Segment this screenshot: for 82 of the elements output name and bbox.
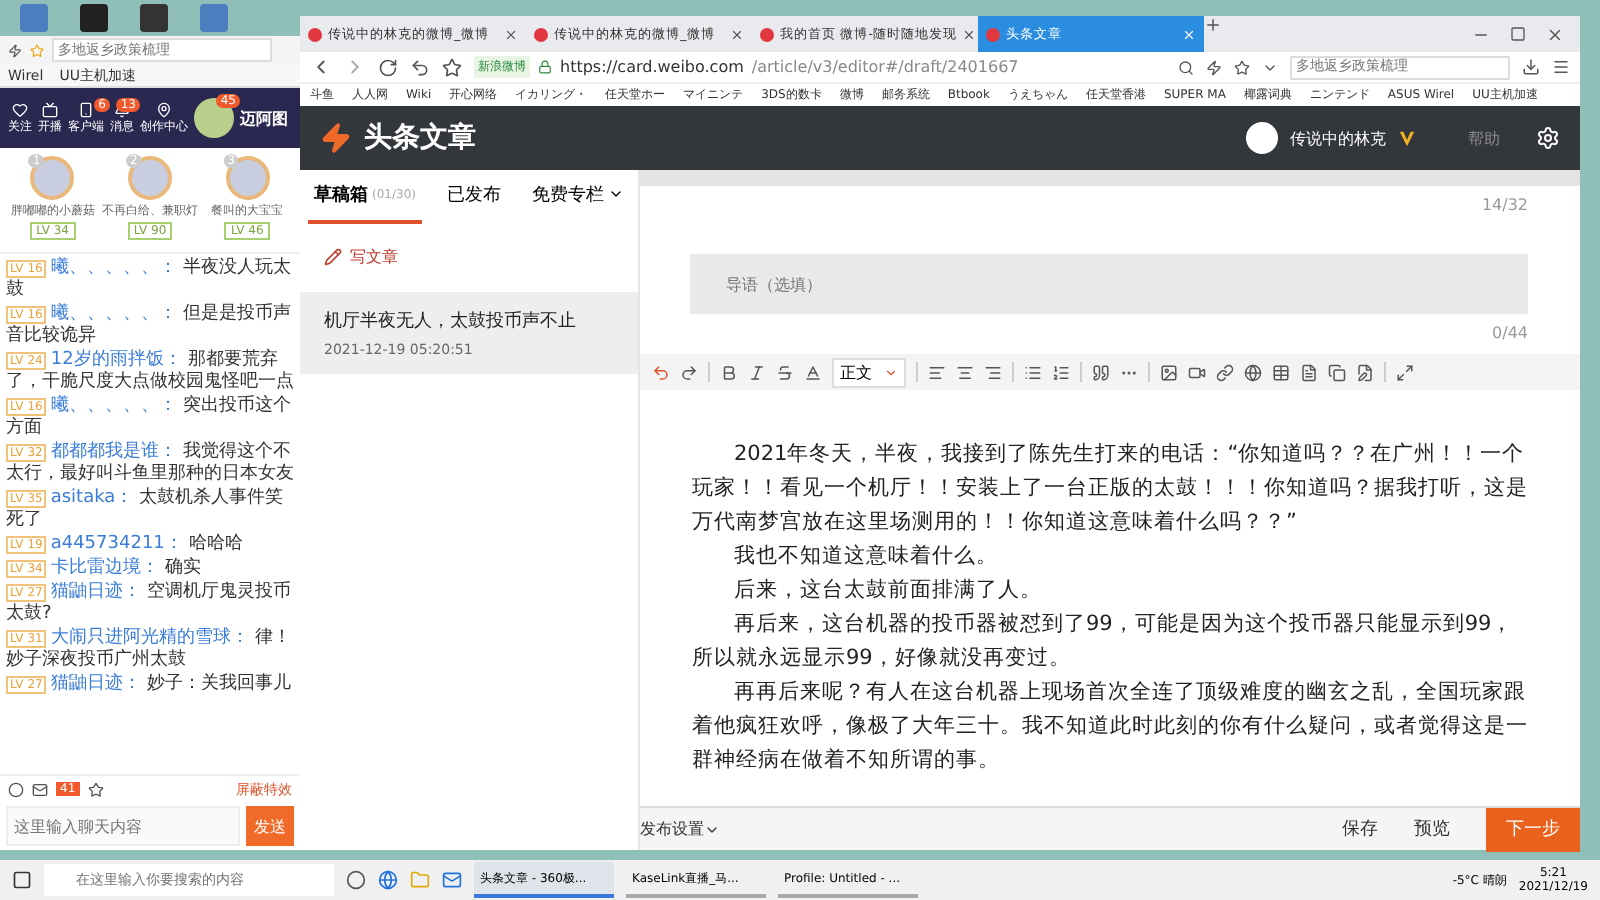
user-name: 传说中的林克	[1290, 127, 1386, 149]
save-button[interactable]: 保存	[1342, 816, 1378, 842]
lightning-icon	[320, 122, 352, 154]
article-paragraph: 我也不知道这意味着什么。	[732, 542, 1000, 572]
preview-button[interactable]: 预览	[1414, 816, 1450, 842]
align-center-icon	[956, 363, 974, 381]
circle-icon	[8, 781, 24, 797]
star-icon	[87, 781, 104, 797]
redo-icon	[680, 363, 698, 381]
star-icon	[442, 57, 462, 77]
italic-icon	[748, 363, 766, 381]
globe-icon	[1244, 363, 1262, 381]
quote-icon	[1092, 363, 1110, 381]
download-icon	[1522, 58, 1540, 76]
draft-title: 机厅半夜无人，太鼓投币声不止	[324, 309, 578, 334]
pencil-icon	[324, 248, 342, 266]
close-icon	[730, 27, 744, 41]
close-icon	[504, 27, 518, 41]
table-icon	[1272, 363, 1290, 381]
avatar[interactable]	[1246, 122, 1278, 154]
article-paragraph: 2021年冬天，半夜，我接到了陈先生打来的电话：“你知道吗？？在广州！！一个玩家！！看见一个机厅！！安装上了一台正版的太鼓！！！你知道吗？据我打听，这是万代南梦宫放在这里场测用的！！你知道这意味着什么吗？？”	[692, 440, 1528, 538]
menu-icon	[1552, 58, 1570, 76]
browser-icon	[378, 870, 398, 890]
bullet-list-icon	[1024, 363, 1042, 381]
link-icon	[1216, 363, 1234, 381]
lead-input[interactable]: 导语（选填）	[690, 254, 1528, 314]
side-tab[interactable]: 免费专栏	[526, 169, 630, 223]
bold-icon	[720, 363, 738, 381]
caret-icon	[608, 186, 624, 202]
reload-icon	[378, 57, 398, 77]
lead-counter: 0/44	[1490, 322, 1530, 342]
star-icon	[30, 43, 44, 57]
caret-icon	[884, 365, 898, 379]
verified-icon	[1398, 129, 1416, 147]
mail-icon	[32, 781, 48, 797]
settings-icon[interactable]	[1536, 126, 1560, 150]
maximize-icon	[1510, 26, 1526, 42]
new-tab-icon	[1204, 16, 1222, 34]
search-icon	[1178, 59, 1194, 75]
app-title: 头条文章	[364, 120, 476, 156]
close-icon	[1182, 27, 1196, 41]
nav-icon	[42, 101, 58, 117]
fullscreen-icon	[1396, 363, 1414, 381]
document-icon	[1300, 363, 1318, 381]
title-counter: 14/32	[1479, 194, 1530, 214]
paragraph-style-select[interactable]: 正文	[832, 357, 906, 387]
lock-icon	[538, 60, 552, 74]
banner-text: 迈阿图	[240, 107, 288, 129]
chat-input[interactable]: 这里输入聊天内容	[6, 806, 240, 846]
desktop-icon[interactable]	[140, 4, 168, 32]
star-icon	[1234, 59, 1250, 75]
nav-icon	[12, 101, 28, 117]
lightning-icon	[1206, 59, 1222, 75]
folder-icon	[410, 870, 430, 890]
article-paragraph: 再后来，这台机器的投币器被怼到了99，可能是因为这个投币器只能显示到99，所以就永远显示99，好像就没再变过。	[692, 610, 1516, 674]
desktop-icon[interactable]	[80, 4, 108, 32]
desktop-icon[interactable]	[200, 4, 228, 32]
align-left-icon	[928, 363, 946, 381]
start-icon	[12, 870, 32, 890]
write-article-link[interactable]: 写文章	[300, 222, 638, 292]
image-icon	[1160, 363, 1178, 381]
video-icon	[1188, 363, 1206, 381]
desktop-icon[interactable]	[20, 4, 48, 32]
strikethrough-icon	[776, 363, 794, 381]
publish-settings-link[interactable]: 发布设置	[640, 818, 720, 840]
close-icon	[962, 27, 977, 41]
undo-icon	[410, 57, 430, 77]
close-icon	[1546, 25, 1564, 43]
align-right-icon	[984, 363, 1002, 381]
undo-icon	[652, 363, 670, 381]
nav-icon	[78, 101, 94, 117]
article-paragraph: 后来，这台太鼓前面排满了人。	[732, 576, 1044, 606]
font-color-icon	[804, 363, 822, 381]
nav-icon	[156, 101, 172, 117]
mail-icon	[442, 870, 462, 890]
lightning-icon	[8, 43, 22, 57]
numbered-list-icon	[1052, 363, 1070, 381]
task-view-icon	[346, 870, 366, 890]
edit-document-icon	[1356, 363, 1374, 381]
article-paragraph: 再再后来呢？有人在这台机器上现场首次全连了顶级难度的幽玄之乱，全国玩家跟着他疯狂欢呼，像极了大年三十。我不知道此时此刻的你有什么疑问，或者觉得这是一群神经病在做着不知所谓的事。	[692, 678, 1528, 776]
side-tab[interactable]: 已发布	[433, 169, 514, 223]
copy-icon	[1328, 363, 1346, 381]
